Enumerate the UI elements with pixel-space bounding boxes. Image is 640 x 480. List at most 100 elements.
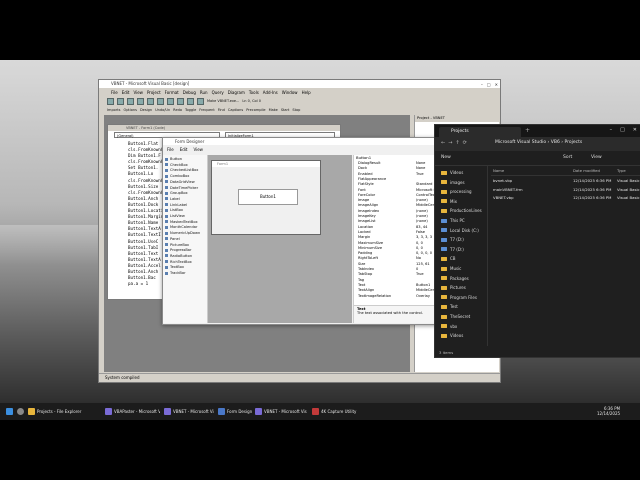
minimize-icon[interactable]: –	[481, 81, 483, 89]
new-tab-icon[interactable]: +	[525, 127, 530, 134]
nav-item[interactable]: Local Disk (C:)	[441, 228, 479, 233]
save-icon[interactable]	[137, 97, 144, 105]
maximize-icon[interactable]: □	[620, 127, 625, 133]
addin-button[interactable]: Frequent	[199, 108, 214, 112]
stop-button[interactable]: Stop	[292, 108, 300, 112]
menu-debug[interactable]: Debug	[183, 89, 196, 96]
nav-item[interactable]: Mix	[441, 199, 457, 204]
nav-item[interactable]: Music	[441, 266, 461, 271]
code-editor[interactable]: Button1.Flat cls.FromKnownC Dim Button1.F c…	[128, 141, 163, 287]
designer-menu-file[interactable]: File	[167, 146, 174, 153]
file-explorer-window[interactable]: Projects + – □ ✕ ←→↑⟳ Microsoft Visual S…	[434, 124, 640, 358]
explorer-tab[interactable]: Projects	[439, 127, 521, 137]
menu-diagram[interactable]: Diagram	[228, 89, 245, 96]
nav-item[interactable]: Program Files	[441, 295, 477, 300]
column-type[interactable]: Type	[617, 168, 626, 173]
pause-icon[interactable]	[187, 97, 194, 105]
menu-file[interactable]: File	[111, 89, 118, 96]
design-canvas[interactable]: Form1 Button1	[208, 155, 352, 323]
add-form-icon[interactable]	[117, 97, 124, 105]
addin-button[interactable]: Precompile	[246, 108, 265, 112]
nav-item[interactable]: images	[441, 180, 465, 185]
breadcrumb-item[interactable]: Microsoft Visual Studio	[495, 140, 546, 145]
addin-button[interactable]: Make	[269, 108, 278, 112]
nav-item[interactable]: vbx	[441, 324, 457, 329]
taskbar-app[interactable]: VBNET - Microsoft Visu	[255, 406, 307, 417]
addin-button[interactable]: Options	[123, 108, 137, 112]
nav-arrows-icon[interactable]: ←→↑⟳	[441, 140, 470, 146]
form-designer-window[interactable]: Form Designer File Edit View Button CheckBo…	[162, 137, 465, 325]
cut-icon[interactable]	[147, 97, 154, 105]
nav-item[interactable]: This PC	[441, 218, 465, 223]
maximize-icon[interactable]: □	[487, 81, 491, 89]
designer-menu-view[interactable]: View	[193, 146, 203, 153]
start-button[interactable]	[6, 406, 15, 417]
copy-icon[interactable]	[157, 97, 164, 105]
menu-edit[interactable]: Edit	[122, 89, 130, 96]
addin-button[interactable]: Redo	[173, 108, 182, 112]
stop-icon[interactable]	[197, 97, 204, 105]
menu-run[interactable]: Run	[200, 89, 208, 96]
nav-item[interactable]: Videos	[441, 333, 463, 338]
close-icon[interactable]: ✕	[495, 81, 498, 89]
form1-preview[interactable]: Form1 Button1	[211, 160, 321, 235]
column-date[interactable]: Date modified	[573, 168, 600, 173]
view-button[interactable]: View	[591, 155, 602, 160]
file-row[interactable]: bvnet.vbp 12/14/2025 6:36 PM Visual Basic …	[491, 177, 640, 185]
breadcrumb-item[interactable]: Projects	[564, 140, 582, 145]
addin-button[interactable]: Captions	[228, 108, 243, 112]
minimize-icon[interactable]: –	[610, 127, 613, 133]
nav-item[interactable]: CB	[441, 256, 456, 261]
file-row[interactable]: mainVBNET.frm 12/14/2025 6:36 PM Visual Ba…	[491, 186, 640, 194]
nav-item[interactable]: T7 (D:)	[441, 237, 464, 242]
run-icon[interactable]	[177, 97, 184, 105]
menu-query[interactable]: Query	[212, 89, 224, 96]
new-button[interactable]: New	[441, 155, 451, 160]
menu-help[interactable]: Help	[302, 89, 311, 96]
explorer-address-bar[interactable]: ←→↑⟳ Microsoft Visual Studio › VB6 › Pro…	[435, 137, 640, 151]
vb-title-bar[interactable]: VBNET - Microsoft Visual Basic [design] …	[99, 80, 500, 88]
taskbar-app[interactable]: Projects - File Explorer	[28, 406, 100, 417]
taskbar-app[interactable]: VBAPaster - Microsoft V	[105, 406, 160, 417]
nav-item[interactable]: Pictures	[441, 285, 466, 290]
addin-button[interactable]: Imports	[107, 108, 120, 112]
addin-button[interactable]: Undo/Un	[155, 108, 170, 112]
property-value[interactable]: Overlay	[416, 294, 430, 299]
new-project-icon[interactable]	[107, 97, 114, 105]
button1-control[interactable]: Button1	[238, 189, 298, 205]
clock[interactable]: 6:36 PM 12/14/2025	[597, 406, 620, 417]
addin-button[interactable]: Find	[218, 108, 225, 112]
column-name[interactable]: Name	[493, 168, 504, 173]
sort-button[interactable]: Sort	[563, 155, 572, 160]
nav-item[interactable]: T7 (D:)	[441, 247, 464, 252]
taskbar-app[interactable]: Form Designer	[218, 406, 252, 417]
breadcrumb[interactable]: Microsoft Visual Studio › VB6 › Projects	[495, 140, 582, 145]
designer-title-bar[interactable]: Form Designer	[163, 138, 464, 145]
file-row[interactable]: VBNET.vbp 12/14/2025 6:36 PM Visual Basic …	[491, 194, 640, 202]
menu-window[interactable]: Window	[282, 89, 298, 96]
paste-icon[interactable]	[167, 97, 174, 105]
menu-project[interactable]: Project	[147, 89, 161, 96]
menu-addins[interactable]: Add-Ins	[263, 89, 278, 96]
menu-format[interactable]: Format	[165, 89, 179, 96]
nav-item[interactable]: Packages	[441, 276, 469, 281]
menu-view[interactable]: View	[133, 89, 143, 96]
nav-item[interactable]: Videos	[441, 170, 463, 175]
taskbar-app[interactable]: 4K Capture Utility	[312, 406, 362, 417]
nav-item[interactable]: processing	[441, 189, 472, 194]
designer-menu-edit[interactable]: Edit	[180, 146, 188, 153]
toolbox-item[interactable]: TrackBar	[165, 271, 186, 277]
nav-item[interactable]: TheSecret	[441, 314, 470, 319]
taskbar-app[interactable]: VBNET - Microsoft Visual	[164, 406, 214, 417]
nav-item[interactable]: ProductionLines	[441, 208, 482, 213]
start-button[interactable]: Start	[281, 108, 290, 112]
open-icon[interactable]	[127, 97, 134, 105]
breadcrumb-item[interactable]: VB6	[551, 140, 560, 145]
addin-button[interactable]: Toggle	[185, 108, 196, 112]
search-button[interactable]	[17, 406, 26, 417]
close-icon[interactable]: ✕	[633, 127, 637, 133]
make-exe-button[interactable]: Make VBNET.exe...	[207, 99, 239, 103]
nav-item[interactable]: Test	[441, 304, 458, 309]
addin-button[interactable]: Design	[140, 108, 152, 112]
menu-tools[interactable]: Tools	[249, 89, 259, 96]
